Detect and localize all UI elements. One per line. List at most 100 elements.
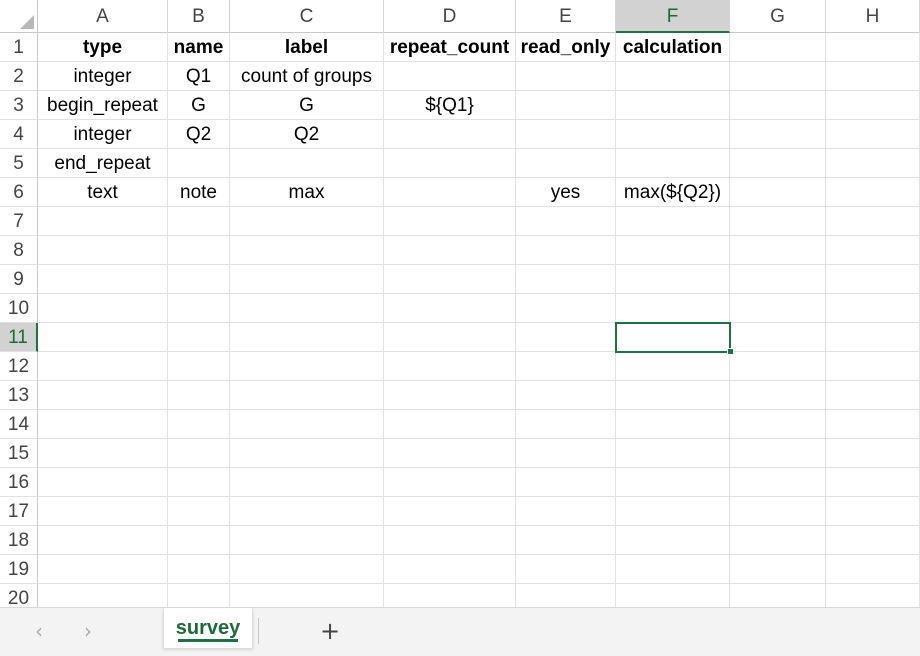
cell-a4[interactable]: integer [38,120,168,149]
cell-f18[interactable] [616,526,730,555]
cell-e9[interactable] [516,265,616,294]
row-header-1[interactable]: 1 [0,33,38,62]
row-header-13[interactable]: 13 [0,381,38,410]
cell-d3[interactable]: ${Q1} [384,91,516,120]
cell-d15[interactable] [384,439,516,468]
cell-b13[interactable] [168,381,230,410]
cell-b9[interactable] [168,265,230,294]
row-header-14[interactable]: 14 [0,410,38,439]
chevron-right-icon[interactable]: › [76,618,100,644]
cell-f15[interactable] [616,439,730,468]
cell-d11[interactable] [384,323,516,352]
cell-d1[interactable]: repeat_count [384,33,516,62]
add-sheet-button[interactable]: + [315,617,345,645]
cell-h19[interactable] [826,555,920,584]
cell-a12[interactable] [38,352,168,381]
row-header-17[interactable]: 17 [0,497,38,526]
cell-h15[interactable] [826,439,920,468]
cell-h11[interactable] [826,323,920,352]
cell-f19[interactable] [616,555,730,584]
cell-e20[interactable] [516,584,616,607]
cell-a1[interactable]: type [38,33,168,62]
cell-e15[interactable] [516,439,616,468]
cell-h5[interactable] [826,149,920,178]
cell-d16[interactable] [384,468,516,497]
cell-a8[interactable] [38,236,168,265]
row-header-20[interactable]: 20 [0,584,38,607]
row-header-5[interactable]: 5 [0,149,38,178]
cell-f5[interactable] [616,149,730,178]
cell-d4[interactable] [384,120,516,149]
row-header-9[interactable]: 9 [0,265,38,294]
cell-d10[interactable] [384,294,516,323]
cell-c15[interactable] [230,439,384,468]
cell-f6[interactable]: max(${Q2}) [616,178,730,207]
cell-b1[interactable]: name [168,33,230,62]
cell-e17[interactable] [516,497,616,526]
cell-b7[interactable] [168,207,230,236]
cell-h20[interactable] [826,584,920,607]
cell-c16[interactable] [230,468,384,497]
row-header-19[interactable]: 19 [0,555,38,584]
cell-d12[interactable] [384,352,516,381]
cell-h9[interactable] [826,265,920,294]
cell-g12[interactable] [730,352,826,381]
chevron-left-icon[interactable]: ‹ [27,618,51,644]
cell-f20[interactable] [616,584,730,607]
cell-d2[interactable] [384,62,516,91]
cell-c13[interactable] [230,381,384,410]
row-header-15[interactable]: 15 [0,439,38,468]
row-header-18[interactable]: 18 [0,526,38,555]
cell-h7[interactable] [826,207,920,236]
cell-c9[interactable] [230,265,384,294]
column-header-c[interactable]: C [230,0,384,33]
cell-d6[interactable] [384,178,516,207]
cell-c12[interactable] [230,352,384,381]
cell-g20[interactable] [730,584,826,607]
cell-g10[interactable] [730,294,826,323]
cell-b5[interactable] [168,149,230,178]
row-header-16[interactable]: 16 [0,468,38,497]
cell-h18[interactable] [826,526,920,555]
cell-d14[interactable] [384,410,516,439]
select-all-button[interactable] [0,0,38,33]
cell-h13[interactable] [826,381,920,410]
cell-a13[interactable] [38,381,168,410]
cell-a9[interactable] [38,265,168,294]
cell-f1[interactable]: calculation [616,33,730,62]
cell-c19[interactable] [230,555,384,584]
cell-b10[interactable] [168,294,230,323]
cell-a3[interactable]: begin_repeat [38,91,168,120]
cell-c5[interactable] [230,149,384,178]
column-header-h[interactable]: H [826,0,920,33]
cell-b15[interactable] [168,439,230,468]
cell-g2[interactable] [730,62,826,91]
cell-g11[interactable] [730,323,826,352]
cell-c10[interactable] [230,294,384,323]
cell-f14[interactable] [616,410,730,439]
cell-e10[interactable] [516,294,616,323]
cell-c8[interactable] [230,236,384,265]
cell-d20[interactable] [384,584,516,607]
cell-e4[interactable] [516,120,616,149]
cell-a19[interactable] [38,555,168,584]
row-header-8[interactable]: 8 [0,236,38,265]
cell-c3[interactable]: G [230,91,384,120]
cell-a5[interactable]: end_repeat [38,149,168,178]
cell-h17[interactable] [826,497,920,526]
cell-c7[interactable] [230,207,384,236]
cell-d13[interactable] [384,381,516,410]
cell-g4[interactable] [730,120,826,149]
cell-e13[interactable] [516,381,616,410]
cell-b8[interactable] [168,236,230,265]
row-header-2[interactable]: 2 [0,62,38,91]
cell-g13[interactable] [730,381,826,410]
cell-h12[interactable] [826,352,920,381]
cell-g14[interactable] [730,410,826,439]
column-header-e[interactable]: E [516,0,616,33]
row-header-7[interactable]: 7 [0,207,38,236]
cell-h8[interactable] [826,236,920,265]
cell-a6[interactable]: text [38,178,168,207]
cell-e3[interactable] [516,91,616,120]
cell-c14[interactable] [230,410,384,439]
